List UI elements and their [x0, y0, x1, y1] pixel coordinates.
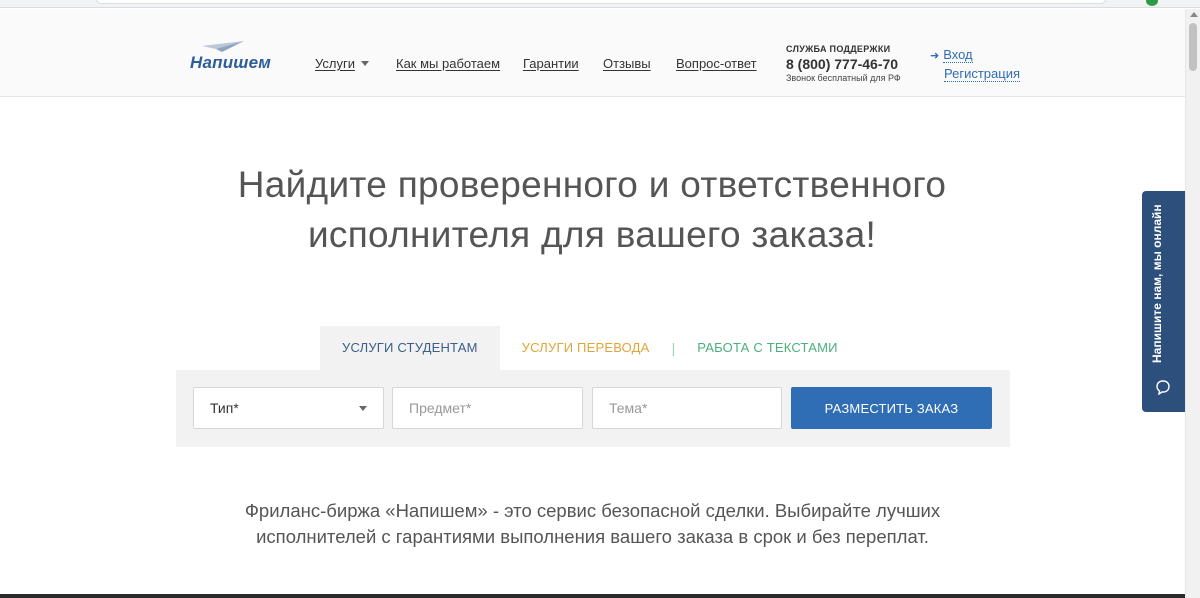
scroll-up-icon[interactable]: [1190, 12, 1198, 17]
extension-icon[interactable]: [1146, 0, 1158, 6]
description-line1: Фриланс-биржа «Напишем» - это сервис без…: [244, 500, 941, 521]
page-scrollbar[interactable]: [1185, 9, 1200, 598]
hero-title: Найдите проверенного и ответственного ис…: [150, 160, 1034, 260]
service-tabs: УСЛУГИ СТУДЕНТАМ УСЛУГИ ПЕРЕВОДА | РАБОТ…: [320, 326, 860, 370]
support-block: СЛУЖБА ПОДДЕРЖКИ 8 (800) 777-46-70 Звоно…: [786, 44, 901, 83]
tab-student-services[interactable]: УСЛУГИ СТУДЕНТАМ: [320, 326, 500, 370]
register-link[interactable]: Регистрация: [944, 66, 1020, 82]
chat-bubble-icon[interactable]: [1155, 379, 1171, 395]
scrollbar-thumb[interactable]: [1189, 23, 1197, 71]
order-form: Тип* РАЗМЕСТИТЬ ЗАКАЗ: [176, 370, 1010, 447]
nav-how-we-work-label[interactable]: Как мы работаем: [396, 56, 500, 71]
login-link[interactable]: ➜ Вход: [930, 47, 1020, 63]
address-bar[interactable]: [96, 0, 1106, 4]
arrow-right-icon: ➜: [930, 49, 940, 62]
nav-guarantees-label[interactable]: Гарантии: [523, 56, 579, 71]
support-phone[interactable]: 8 (800) 777-46-70: [786, 56, 901, 72]
topic-input[interactable]: [609, 400, 765, 416]
nav-faq-label[interactable]: Вопрос-ответ: [676, 56, 757, 71]
paper-plane-icon: [202, 41, 244, 52]
auth-links: ➜ Вход Регистрация: [930, 47, 1020, 82]
chat-widget[interactable]: Напишите нам, мы онлайн: [1142, 191, 1185, 412]
nav-how-we-work[interactable]: Как мы работаем: [396, 56, 500, 71]
hero-title-line2: исполнителя для вашего заказа!: [307, 214, 877, 255]
browser-toolbar: [0, 0, 1200, 8]
place-order-button[interactable]: РАЗМЕСТИТЬ ЗАКАЗ: [791, 387, 992, 429]
topic-field[interactable]: [592, 387, 782, 429]
nav-reviews[interactable]: Отзывы: [603, 56, 651, 71]
support-note: Звонок бесплатный для РФ: [786, 73, 901, 83]
chat-label[interactable]: Напишите нам, мы онлайн: [1150, 198, 1164, 363]
window-bottom-edge: [0, 594, 1185, 598]
page: Напишем Услуги Как мы работаем Гарантии …: [0, 0, 1200, 598]
subject-input[interactable]: [409, 400, 566, 416]
nav-services-label[interactable]: Услуги: [315, 56, 355, 71]
chevron-down-icon[interactable]: [359, 405, 367, 411]
tab-translation-services[interactable]: УСЛУГИ ПЕРЕВОДА: [500, 326, 672, 370]
type-select[interactable]: Тип*: [193, 387, 384, 429]
description-line2: исполнителей с гарантиями выполнения ваш…: [256, 526, 929, 547]
chevron-down-icon[interactable]: [360, 61, 369, 66]
type-select-value: Тип*: [210, 400, 239, 416]
nav-reviews-label[interactable]: Отзывы: [603, 56, 651, 71]
tab-text-work[interactable]: РАБОТА С ТЕКСТАМИ: [675, 326, 860, 370]
login-label[interactable]: Вход: [943, 47, 973, 63]
service-description: Фриланс-биржа «Напишем» - это сервис без…: [200, 498, 985, 550]
support-title: СЛУЖБА ПОДДЕРЖКИ: [786, 44, 891, 54]
subject-field[interactable]: [392, 387, 583, 429]
nav-guarantees[interactable]: Гарантии: [523, 56, 579, 71]
nav-faq[interactable]: Вопрос-ответ: [676, 56, 757, 71]
logo-text: Напишем: [190, 53, 272, 72]
hero-title-line1: Найдите проверенного и ответственного: [237, 164, 947, 205]
nav-services[interactable]: Услуги: [315, 56, 369, 71]
site-header: Напишем Услуги Как мы работаем Гарантии …: [0, 9, 1185, 97]
